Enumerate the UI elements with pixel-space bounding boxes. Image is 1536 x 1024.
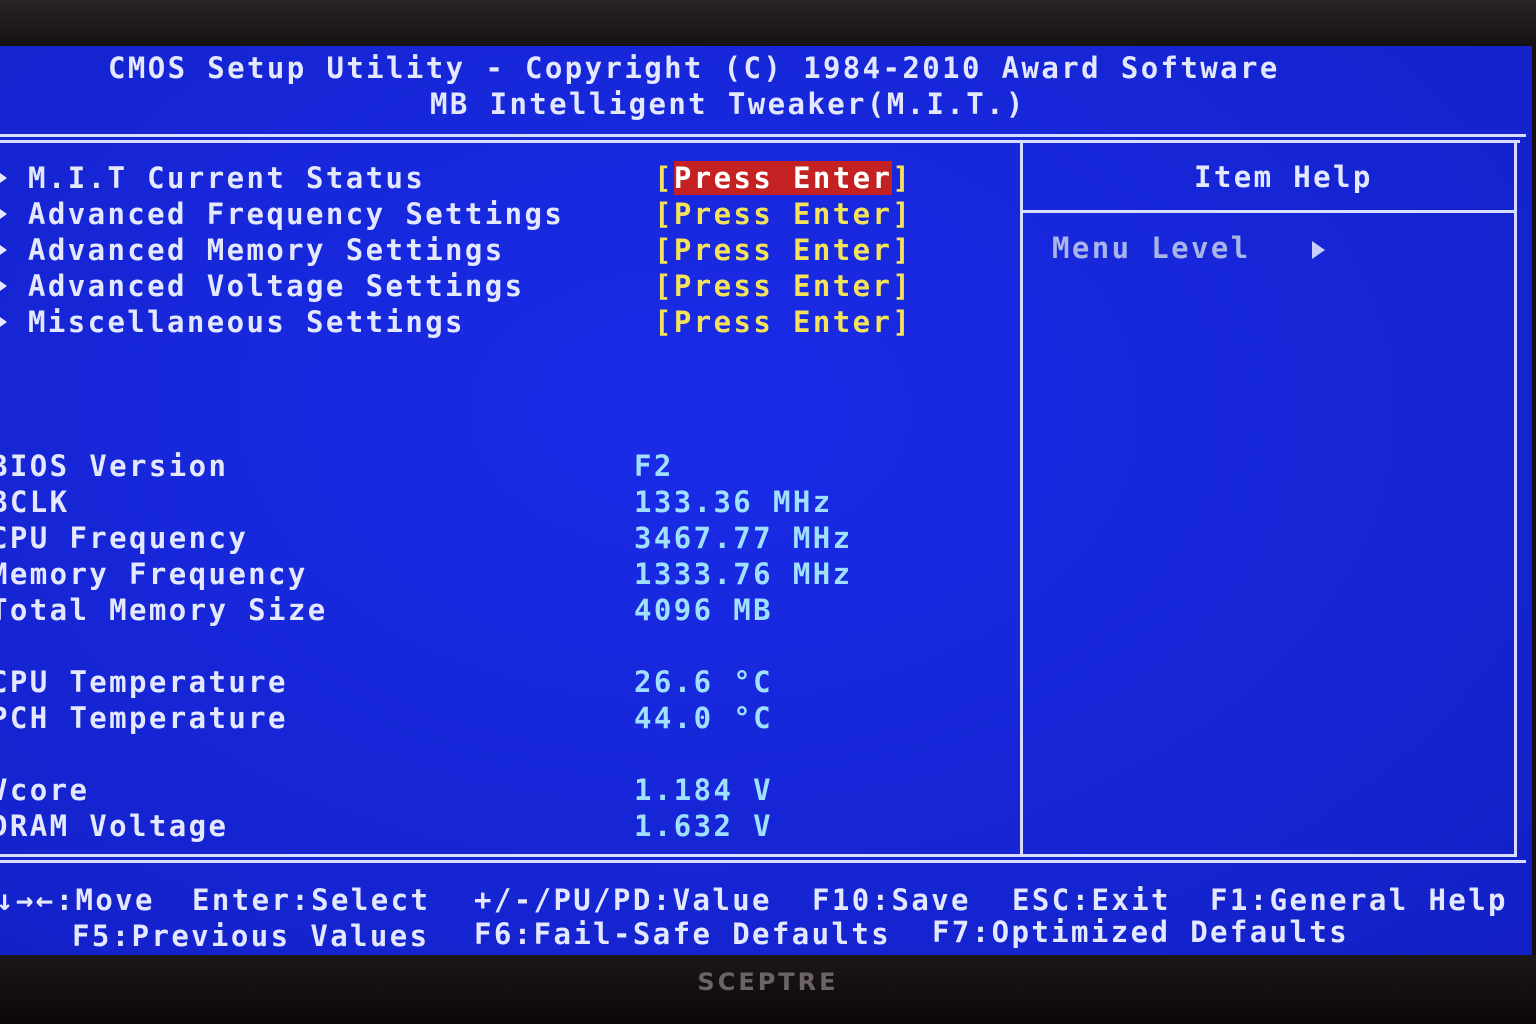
item-help-title: Item Help	[1194, 160, 1373, 194]
frame-right	[1514, 140, 1517, 856]
menu-item-action[interactable]: [Press Enter]	[654, 268, 912, 304]
menu-item-action[interactable]: [Press Enter]	[654, 232, 912, 268]
help-title-separator	[1022, 210, 1516, 213]
submenu-arrow-icon	[0, 281, 7, 291]
info-value-pch-temperature: 44.0 °C	[634, 701, 774, 735]
key-hint-optimized-defaults: F7:Optimized Defaults	[932, 915, 1350, 949]
triangle-right-icon	[1312, 239, 1325, 259]
info-label-cpu-frequency: CPU Frequency	[0, 521, 249, 555]
key-hint-fail-safe-defaults: F6:Fail-Safe Defaults	[474, 917, 892, 951]
menu-item-label: M.I.T Current Status	[28, 161, 426, 195]
monitor-brand-logo: SCEPTRE	[697, 968, 839, 996]
frame-bottom-outer	[0, 860, 1526, 863]
header-title: CMOS Setup Utility - Copyright (C) 1984-…	[108, 51, 1280, 85]
info-label-bclk: BCLK	[0, 485, 70, 519]
menu-item-label: Miscellaneous Settings	[28, 305, 465, 339]
key-hint-value: +/-/PU/PD:Value	[474, 883, 772, 917]
menu-item-label: Advanced Frequency Settings	[28, 197, 565, 231]
submenu-arrow-icon	[0, 209, 7, 219]
menu-item-label: Advanced Voltage Settings	[28, 269, 525, 303]
menu-item-action[interactable]: [Press Enter]	[654, 304, 912, 340]
panel-divider	[1020, 140, 1023, 856]
frame-bottom-inner	[0, 854, 1517, 857]
info-value-cpu-temperature: 26.6 °C	[634, 665, 774, 699]
submenu-arrow-icon	[0, 245, 7, 255]
menu-item-label: Advanced Memory Settings	[28, 233, 505, 267]
info-label-cpu-temperature: CPU Temperature	[0, 665, 288, 699]
submenu-arrow-icon	[0, 173, 7, 183]
key-hint-general-help: F1:General Help	[1210, 883, 1508, 917]
menu-item-action[interactable]: [Press Enter]	[654, 196, 912, 232]
submenu-arrow-icon	[0, 317, 7, 327]
info-label-total-memory-size: Total Memory Size	[0, 593, 328, 627]
info-label-vcore: Vcore	[0, 773, 90, 807]
info-label-memory-frequency: Memory Frequency	[0, 557, 308, 591]
bios-screen: CMOS Setup Utility - Copyright (C) 1984-…	[0, 46, 1532, 958]
info-label-pch-temperature: PCH Temperature	[0, 701, 288, 735]
info-value-memory-frequency: 1333.76 MHz	[634, 557, 853, 591]
info-value-bclk: 133.36 MHz	[634, 485, 833, 519]
info-value-vcore: 1.184 V	[634, 773, 774, 807]
info-value-cpu-frequency: 3467.77 MHz	[634, 521, 853, 555]
menu-level-label: Menu Level	[1052, 231, 1251, 265]
key-hint-move: ↓→←:Move	[0, 883, 155, 917]
page-title: MB Intelligent Tweaker(M.I.T.)	[430, 87, 1026, 121]
key-hint-save: F10:Save	[812, 883, 971, 917]
key-hint-select: Enter:Select	[192, 883, 431, 917]
frame-top-outer	[0, 134, 1526, 137]
frame-top-inner	[0, 140, 1520, 143]
menu-item-action[interactable]: [Press Enter]	[654, 160, 912, 196]
info-value-dram-voltage: 1.632 V	[634, 809, 774, 843]
key-hint-previous-values: F5:Previous Values	[72, 919, 430, 953]
info-value-bios-version: F2	[634, 449, 674, 483]
info-label-dram-voltage: DRAM Voltage	[0, 809, 229, 843]
press-enter-highlight[interactable]: Press Enter	[673, 161, 893, 195]
info-label-bios-version: BIOS Version	[0, 449, 229, 483]
monitor-bezel-top	[0, 0, 1536, 50]
key-hint-exit: ESC:Exit	[1012, 883, 1171, 917]
info-value-total-memory-size: 4096 MB	[634, 593, 774, 627]
